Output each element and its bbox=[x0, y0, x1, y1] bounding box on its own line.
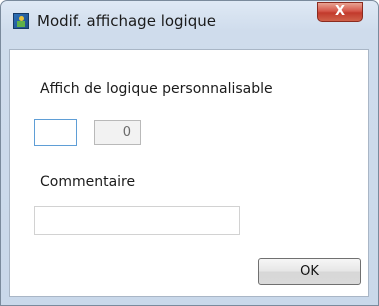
title-bar[interactable]: Modif. affichage logique X bbox=[1, 1, 378, 41]
ok-button[interactable]: OK bbox=[258, 258, 361, 285]
close-button[interactable]: X bbox=[317, 2, 363, 22]
close-icon: X bbox=[334, 4, 346, 19]
application-icon bbox=[13, 13, 29, 29]
application-icon-leaf bbox=[17, 21, 25, 27]
custom-logic-readonly-field: 0 bbox=[94, 120, 141, 145]
dialog-window: Modif. affichage logique X Affich de log… bbox=[0, 0, 379, 306]
dialog-content: Affich de logique personnalisable 0 Comm… bbox=[9, 49, 369, 297]
comment-label: Commentaire bbox=[40, 174, 136, 190]
custom-logic-input[interactable] bbox=[34, 119, 77, 146]
window-title: Modif. affichage logique bbox=[37, 12, 216, 30]
custom-logic-label: Affich de logique personnalisable bbox=[40, 81, 273, 97]
comment-input[interactable] bbox=[34, 206, 240, 235]
